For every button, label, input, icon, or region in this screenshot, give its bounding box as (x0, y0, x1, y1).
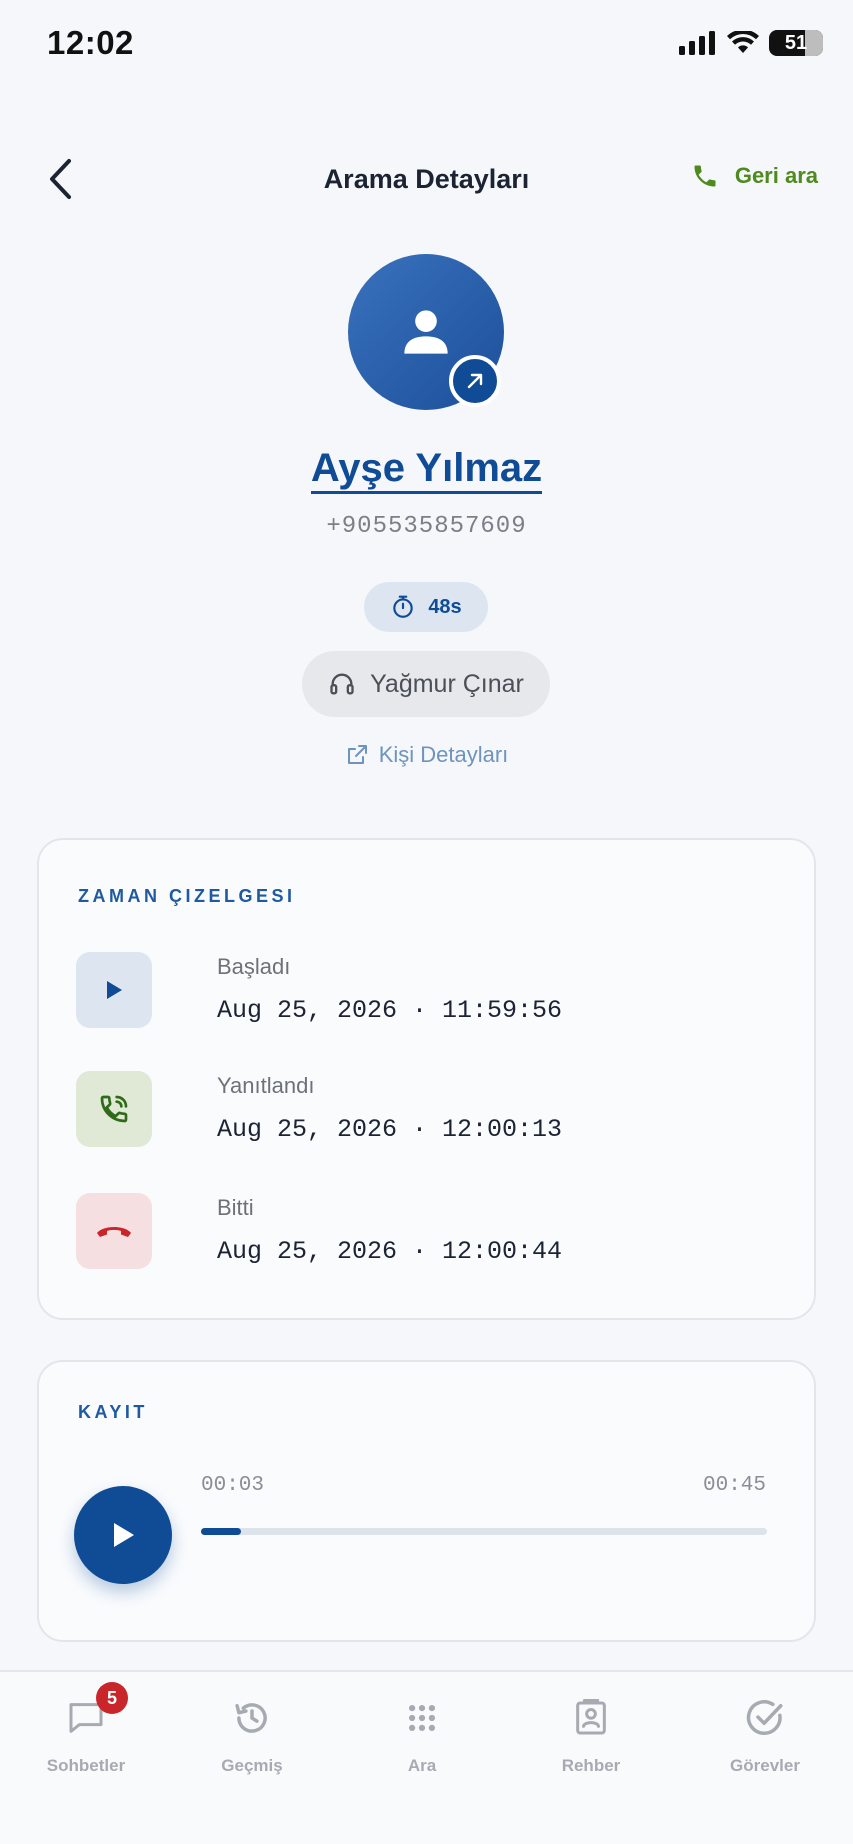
person-icon (404, 310, 448, 354)
nav-label: Ara (407, 1756, 437, 1775)
duration-badge: 48s (364, 582, 488, 632)
dialpad-icon (400, 1696, 444, 1740)
timeline-item-started: Başladı Aug 25, 2026 · 11:59:56 (76, 952, 784, 1032)
signal-icon (679, 31, 715, 55)
recording-current-time: 00:03 (201, 1474, 265, 1497)
timeline-time: Aug 25, 2026 · 12:00:13 (217, 1115, 563, 1144)
play-icon (76, 952, 152, 1028)
contact-name[interactable]: Ayşe Yılmaz (0, 446, 853, 494)
nav-item-chats[interactable]: 5 Sohbetler (1, 1682, 171, 1776)
phone-number: +905535857609 (326, 513, 527, 540)
recording-total-time: 00:45 (702, 1474, 766, 1497)
timeline-item-ended: Bitti Aug 25, 2026 · 12:00:44 (76, 1193, 784, 1273)
duration-value: 48s (428, 595, 462, 618)
timeline-item-answered: Yanıtlandı Aug 25, 2026 · 12:00:13 (76, 1071, 784, 1151)
status-icons: 51 (679, 30, 823, 56)
bottom-nav: 5 Sohbetler Geçmiş Ara Rehber Görevler (0, 1670, 853, 1844)
recording-title: KAYIT (78, 1402, 148, 1422)
open-contact-badge[interactable] (449, 355, 501, 407)
timeline-card: ZAMAN ÇIZELGESI Başladı Aug 25, 2026 · 1… (37, 838, 816, 1320)
agent-name: Yağmur Çınar (370, 669, 524, 698)
contact-details-label[interactable]: Kişi Detayları (379, 742, 509, 768)
contacts-icon (569, 1696, 613, 1740)
callback-button[interactable]: Geri ara (691, 162, 818, 190)
timeline-label: Bitti (217, 1195, 254, 1220)
timeline-label: Yanıtlandı (217, 1073, 315, 1098)
recording-progress-fill (201, 1528, 241, 1535)
external-link-icon (347, 745, 367, 764)
battery-icon: 51 (769, 30, 823, 56)
nav-item-contacts[interactable]: Rehber (506, 1696, 676, 1776)
nav-item-dial[interactable]: Ara (337, 1696, 507, 1776)
callback-label: Geri ara (734, 163, 818, 188)
nav-label: Rehber (561, 1756, 621, 1775)
nav-label: Sohbetler (46, 1756, 126, 1775)
hang-up-icon (76, 1193, 152, 1269)
timeline-time: Aug 25, 2026 · 12:00:44 (217, 1237, 563, 1266)
agent-badge: Yağmur Çınar (302, 651, 550, 717)
arrow-up-right-icon (467, 373, 483, 389)
recording-card: KAYIT 00:03 00:45 (37, 1360, 816, 1642)
chat-icon: 5 (64, 1682, 128, 1740)
stopwatch-icon (393, 595, 414, 618)
recording-progress[interactable] (201, 1528, 767, 1535)
play-icon (114, 1523, 134, 1547)
wifi-icon (727, 31, 759, 53)
header: Arama Detayları Geri ara (0, 150, 853, 210)
tasks-icon (743, 1696, 787, 1740)
headset-icon (330, 673, 354, 695)
nav-item-history[interactable]: Geçmiş (167, 1696, 337, 1776)
contact-name-text[interactable]: Ayşe Yılmaz (310, 446, 543, 494)
timeline-label: Başladı (217, 954, 291, 979)
status-bar: 12:02 51 (0, 0, 853, 90)
status-time: 12:02 (47, 24, 134, 61)
history-icon (230, 1696, 274, 1740)
phone-icon (694, 165, 716, 187)
nav-label: Geçmiş (221, 1756, 283, 1775)
timeline-time: Aug 25, 2026 · 11:59:56 (217, 996, 563, 1025)
nav-item-tasks[interactable]: Görevler (680, 1696, 850, 1776)
nav-label: Görevler (730, 1756, 800, 1775)
timeline-title: ZAMAN ÇIZELGESI (78, 886, 296, 906)
play-button[interactable] (74, 1486, 172, 1584)
unread-badge: 5 (96, 1682, 128, 1714)
phone-answered-icon (76, 1071, 152, 1147)
battery-level: 51 (784, 31, 808, 54)
contact-details-link[interactable]: Kişi Detayları (0, 742, 853, 768)
